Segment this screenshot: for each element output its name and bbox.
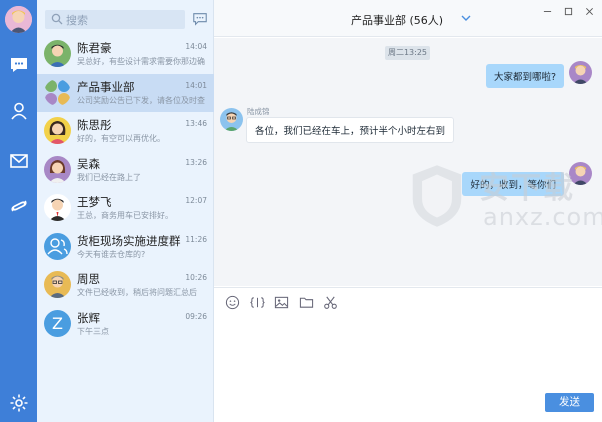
conversation-avatar [44,271,71,298]
nav-messages-button[interactable] [6,52,31,77]
settings-button[interactable] [6,390,31,415]
nav-rail [0,0,37,422]
user-avatar[interactable] [5,6,32,33]
maximize-icon [564,7,572,15]
conversation-name: 产品事业部 [77,79,135,94]
conversation-preview: 公司奖励公告已下发，请各位及时查 [77,95,205,105]
sender-avatar[interactable] [220,108,243,131]
conversation-preview: 今天有谁去仓库的? [77,249,146,259]
conversation-item[interactable]: 周思 10:26 文件已经收到，稍后将问题汇总后 [37,266,214,305]
code-button[interactable] [249,294,265,310]
watermark-cn: 安下载 [479,171,575,206]
conversation-avatar [44,155,71,183]
conversation-panel: 搜索 陈君豪 14:04 吴总好，有些设计需求需要你那边确产品事业部 14:01 公司奖… [37,0,214,422]
screenshot-button[interactable] [322,294,338,310]
other-message-bubble: 各位，我们已经在车上，预计半个小时左右到 [246,117,455,143]
conversation-name: 吴森 [77,156,100,171]
conversation-time: 14:04 [185,42,207,51]
conversation-time: 10:26 [185,273,207,282]
conversation-avatar: Z [44,309,71,337]
chat-panel: 产品事业部 (56人) 周二13:25 大家都到哪啦? 陆成锦 各位，我们已经在… [214,0,602,422]
conversation-name: 张辉 [77,310,100,325]
conversation-preview: 吴总好，有些设计需求需要你那边确 [77,57,205,66]
file-button[interactable] [298,294,314,310]
shield-logo-icon [412,165,462,227]
conversation-item[interactable]: 吴森 13:26 我们已经在路上了 [37,151,214,190]
conversation-preview: 王总，商务用车已安排好。 [77,211,173,220]
send-button[interactable]: 发送 [545,393,594,412]
conversation-item[interactable]: 王梦飞 12:07 王总，商务用车已安排好。 [37,189,214,228]
chat-title: 产品事业部 (56人) [351,14,444,27]
conversation-name: 货柜现场实施进度群 [77,233,181,248]
message-input[interactable]: 发送 [214,315,602,422]
conversation-avatar [44,40,71,67]
search-icon [51,13,63,25]
conversation-item[interactable]: 货柜现场实施进度群 11:26 今天有谁去仓库的? [37,228,214,267]
message-timestamp: 周二13:25 [385,46,430,60]
close-button[interactable] [582,4,596,18]
conversation-item[interactable]: 陈思彤 13:46 好的，有空可以再优化。 [37,112,214,151]
chat-bubble-icon [10,57,27,72]
new-chat-icon [193,13,207,26]
code-icon [249,296,265,308]
watermark-en: anxz.com [483,203,602,231]
conversation-name: 陈思彤 [77,118,112,132]
image-button[interactable] [273,294,289,310]
close-icon [585,7,593,15]
new-chat-button[interactable] [191,10,209,28]
search-placeholder: 搜索 [66,14,88,27]
conversation-preview: 好的，有空可以再优化。 [77,134,165,143]
my-message-bubble: 大家都到哪啦? [485,64,564,88]
gear-icon [10,394,27,411]
conversation-time: 14:01 [185,80,207,90]
window-controls [540,4,596,18]
image-icon [274,296,288,308]
conversation-item[interactable]: 陈君豪 14:04 吴总好，有些设计需求需要你那边确 [37,35,214,74]
watermark: 安下载 anxz.com [409,155,602,245]
chat-header: 产品事业部 (56人) [214,0,602,37]
search-input[interactable]: 搜索 [45,10,185,29]
conversation-time: 09:26 [185,311,207,321]
sender-name: 陆成锦 [247,107,270,116]
conversation-time: 11:26 [185,234,207,244]
minimize-button[interactable] [540,4,554,18]
conversation-time: 13:26 [185,157,207,167]
svg-text:Z: Z [52,314,63,333]
conversation-avatar [44,117,71,144]
nav-contacts-button[interactable] [6,98,31,123]
minimize-icon [543,10,551,12]
conversation-item[interactable]: 产品事业部 14:01 公司奖励公告已下发，请各位及时查 [37,73,214,112]
conversation-preview: 文件已经收到，稍后将问题汇总后 [77,288,197,297]
my-avatar[interactable] [569,61,592,84]
person-icon [10,102,27,120]
folder-icon [299,297,313,308]
conversation-list: 陈君豪 14:04 吴总好，有些设计需求需要你那边确产品事业部 14:01 公司奖励公告… [37,35,214,343]
chevron-down-icon[interactable] [461,14,471,22]
conversation-name: 周思 [77,272,100,286]
conversation-time: 13:46 [185,119,207,128]
scissors-icon [323,296,337,309]
link-icon [10,200,27,211]
input-toolbar [214,287,602,315]
nav-apps-button[interactable] [6,193,31,218]
envelope-icon [9,153,28,168]
conversation-time: 12:07 [185,196,207,205]
conversation-avatar [44,232,71,260]
conversation-preview: 我们已经在路上了 [77,172,141,182]
conversation-name: 王梦飞 [77,195,112,209]
emoji-icon [225,295,239,309]
conversation-avatar [44,194,71,221]
conversation-item[interactable]: Z 张辉 09:26 下午三点 [37,305,214,344]
maximize-button[interactable] [561,4,575,18]
conversation-avatar [44,78,71,106]
nav-mail-button[interactable] [6,148,31,173]
emoji-button[interactable] [224,294,240,310]
conversation-preview: 下午三点 [77,326,109,336]
conversation-name: 陈君豪 [77,41,112,55]
